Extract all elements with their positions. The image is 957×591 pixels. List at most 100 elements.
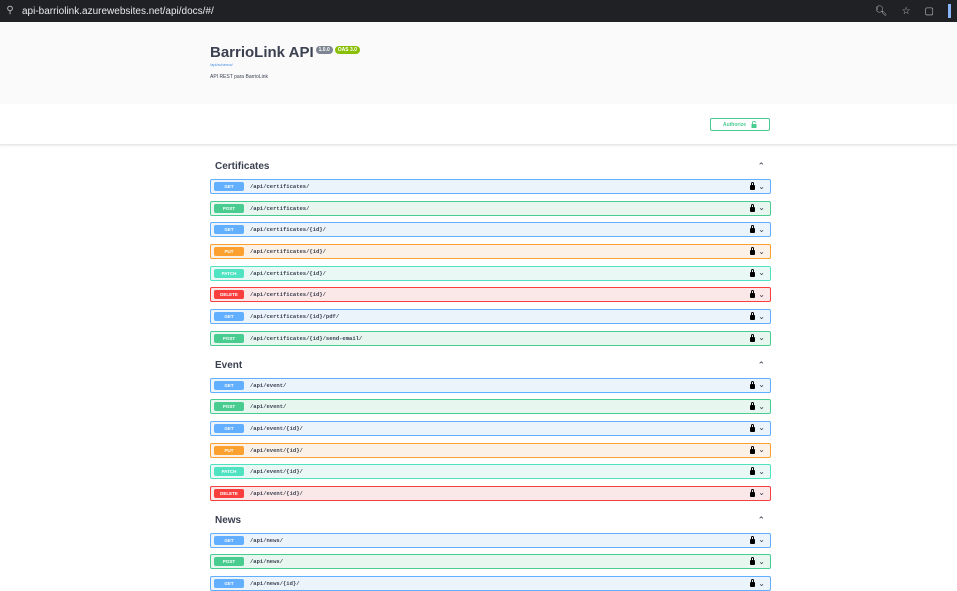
lock-icon[interactable]: [750, 333, 756, 342]
operation-path: /api/event/{id}/: [250, 489, 303, 497]
operation-path: /api/certificates/{id}/: [250, 291, 326, 299]
operation-path: /api/certificates/{id}/: [250, 269, 326, 277]
operation-row[interactable]: POST/api/certificates/ ⌄: [210, 200, 771, 216]
operation-row[interactable]: PATCH/api/event/{id}/ ⌄: [210, 464, 771, 480]
operation-icons: ⌄: [750, 310, 765, 323]
chevron-down-icon[interactable]: ⌄: [758, 182, 765, 191]
tag-section-header[interactable]: News ⌃: [210, 508, 771, 533]
chevron-down-icon[interactable]: ⌄: [758, 446, 765, 454]
operation-icons: ⌄: [750, 577, 765, 590]
operation-icons: ⌄: [750, 180, 765, 193]
method-badge: PATCH: [214, 467, 244, 477]
authorize-label: Authorize: [722, 121, 747, 128]
chevron-down-icon[interactable]: ⌄: [758, 557, 765, 566]
method-badge: POST: [214, 203, 244, 213]
schema-link[interactable]: /api/schema/: [210, 62, 360, 67]
chevron-down-icon[interactable]: ⌄: [758, 334, 765, 342]
chevron-down-icon[interactable]: ⌄: [758, 424, 765, 432]
operation-row[interactable]: GET/api/event/ ⌄: [210, 377, 771, 393]
method-badge: DELETE: [214, 290, 244, 300]
lock-icon[interactable]: [750, 557, 756, 566]
lock-icon[interactable]: [750, 268, 756, 277]
method-badge: POST: [214, 402, 244, 412]
api-title-text: BarrioLink API: [210, 44, 314, 61]
authorize-button[interactable]: Authorize: [710, 118, 770, 131]
operation-row[interactable]: GET/api/news/{id}/ ⌄: [210, 576, 771, 591]
browser-actions: 🔍︎ ☆ ▢: [875, 0, 951, 22]
lock-icon[interactable]: [750, 203, 756, 212]
lock-icon[interactable]: [750, 380, 756, 389]
lock-icon[interactable]: [750, 579, 756, 587]
lock-icon[interactable]: [750, 312, 756, 321]
operation-icons: ⌄: [750, 487, 765, 500]
lock-icon[interactable]: [750, 290, 756, 299]
lock-icon[interactable]: [750, 535, 756, 544]
tag-section-header[interactable]: Event ⌃: [210, 353, 771, 378]
operation-icons: ⌄: [750, 534, 765, 547]
operation-row[interactable]: GET/api/certificates/ ⌄: [210, 179, 771, 194]
operation-icons: ⌄: [750, 288, 765, 301]
chevron-down-icon[interactable]: ⌄: [758, 290, 765, 299]
lock-icon[interactable]: [750, 423, 756, 432]
extensions-icon[interactable]: ▢: [925, 6, 934, 17]
lock-icon[interactable]: [750, 182, 756, 190]
chevron-down-icon[interactable]: ⌄: [758, 381, 765, 389]
browser-address-bar: ⚲ api-barriolink.azurewebsites.net/api/d…: [0, 0, 957, 22]
operation-row[interactable]: POST/api/event/ ⌄: [210, 399, 771, 415]
operation-row[interactable]: POST/api/news/ ⌄: [210, 554, 771, 570]
oas-badge: OAS 3.0: [334, 46, 360, 54]
chevron-down-icon[interactable]: ⌄: [758, 269, 765, 277]
operation-path: /api/event/: [250, 403, 287, 411]
operation-row[interactable]: DELETE/api/certificates/{id}/ ⌄: [210, 287, 771, 303]
method-badge: PUT: [214, 445, 244, 455]
operation-icons: ⌄: [750, 332, 765, 345]
lock-icon[interactable]: [750, 467, 756, 476]
tag-name: News: [215, 514, 242, 526]
operation-row[interactable]: PUT/api/certificates/{id}/ ⌄: [210, 244, 771, 260]
operation-row[interactable]: GET/api/certificates/{id}/ ⌄: [210, 222, 771, 238]
lock-icon[interactable]: [750, 247, 756, 256]
method-badge: GET: [214, 535, 244, 545]
method-badge: POST: [214, 333, 244, 343]
info-wrap: BarrioLink API 1.0.0 OAS 3.0 /api/schema…: [210, 44, 360, 80]
operation-path: /api/certificates/: [250, 204, 310, 212]
chevron-down-icon[interactable]: ⌄: [758, 467, 765, 476]
star-icon[interactable]: ☆: [902, 6, 911, 17]
operation-row[interactable]: GET/api/event/{id}/ ⌄: [210, 420, 771, 436]
operation-row[interactable]: PATCH/api/certificates/{id}/ ⌄: [210, 265, 771, 281]
site-info-icon[interactable]: ⚲: [4, 5, 16, 17]
chevron-down-icon[interactable]: ⌄: [758, 579, 765, 588]
chevron-down-icon[interactable]: ⌄: [758, 204, 765, 212]
operation-icons: ⌄: [750, 444, 765, 457]
tag-name: Event: [215, 359, 243, 371]
operation-icons: ⌄: [750, 379, 765, 392]
chevron-up-icon[interactable]: ⌃: [757, 515, 765, 526]
auth-bar: Authorize: [0, 104, 957, 145]
chevron-up-icon[interactable]: ⌃: [757, 161, 765, 172]
method-badge: GET: [214, 380, 244, 390]
operation-row[interactable]: PUT/api/event/{id}/ ⌄: [210, 442, 771, 458]
tag-name: Certificates: [215, 161, 270, 172]
url-text[interactable]: api-barriolink.azurewebsites.net/api/doc…: [22, 6, 214, 17]
operation-row[interactable]: DELETE/api/event/{id}/ ⌄: [210, 485, 771, 501]
profile-edge: [948, 4, 951, 18]
operation-row[interactable]: GET/api/certificates/{id}/pdf/ ⌄: [210, 309, 771, 325]
chevron-down-icon[interactable]: ⌄: [758, 489, 765, 497]
tag-section-header[interactable]: Certificates ⌃: [210, 154, 771, 179]
lock-icon[interactable]: [750, 225, 756, 234]
operation-icons: ⌄: [750, 267, 765, 280]
chevron-down-icon[interactable]: ⌄: [758, 536, 765, 544]
zoom-icon[interactable]: 🔍︎: [875, 6, 888, 17]
chevron-down-icon[interactable]: ⌄: [758, 402, 765, 411]
lock-icon[interactable]: [750, 488, 756, 497]
chevron-down-icon[interactable]: ⌄: [758, 247, 765, 256]
lock-icon[interactable]: [750, 402, 756, 411]
method-badge: GET: [214, 225, 244, 235]
chevron-down-icon[interactable]: ⌄: [758, 225, 765, 234]
operation-row[interactable]: GET/api/news/ ⌄: [210, 532, 771, 548]
operation-row[interactable]: POST/api/certificates/{id}/send-email/ ⌄: [210, 330, 771, 346]
chevron-up-icon[interactable]: ⌃: [757, 360, 765, 371]
operation-icons: ⌄: [750, 245, 765, 258]
lock-icon[interactable]: [750, 445, 756, 454]
chevron-down-icon[interactable]: ⌄: [758, 312, 765, 321]
